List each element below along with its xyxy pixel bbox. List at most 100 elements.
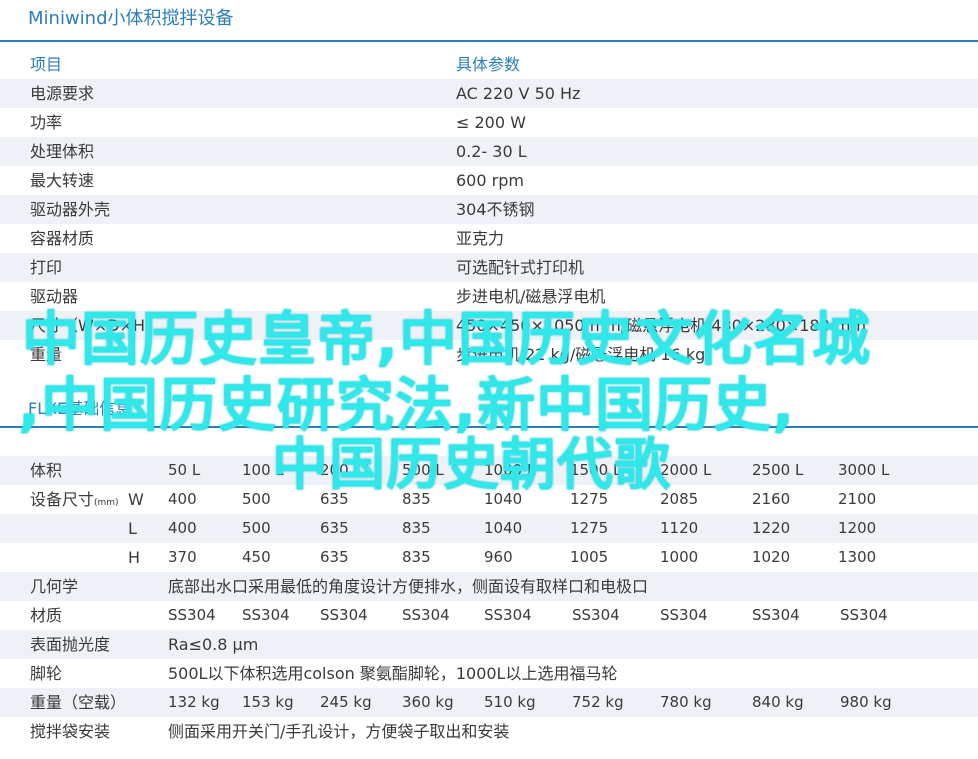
row-item: 容器材质 bbox=[30, 229, 95, 248]
cell: 635 bbox=[320, 548, 349, 566]
row-value: 0.2- 30 L bbox=[456, 142, 527, 161]
volume-row: 体积 50 L 100 L 200 L 500 L 1000 L 1500 L … bbox=[0, 456, 978, 485]
cell: 1275 bbox=[570, 490, 609, 508]
cell: 635 bbox=[320, 519, 349, 537]
row-item: 驱动器 bbox=[30, 287, 79, 306]
cell: 450 bbox=[242, 548, 271, 566]
cell: 960 bbox=[484, 548, 513, 566]
cell: 245 kg bbox=[320, 693, 372, 711]
cell: SS304 bbox=[840, 606, 888, 624]
cell: 153 kg bbox=[242, 693, 294, 711]
row-value: 步进电机 22 kg/磁悬浮电机 16 kg bbox=[456, 345, 706, 364]
spec-table: 项目 具体参数 电源要求 AC 220 V 50 Hz 功率 ≤ 200 W 处理体… bbox=[0, 50, 978, 369]
table-row: 重量 步进电机 22 kg/磁悬浮电机 16 kg bbox=[0, 340, 978, 369]
cell: 1000 L bbox=[484, 461, 536, 479]
cell: 500 bbox=[242, 519, 271, 537]
cell: 1040 bbox=[484, 490, 523, 508]
section-divider bbox=[0, 426, 978, 428]
cell: 360 kg bbox=[402, 693, 454, 711]
cell: 1005 bbox=[570, 548, 609, 566]
page-title: Miniwind小体积搅拌设备 bbox=[28, 8, 234, 29]
row-value: 可选配针式打印机 bbox=[456, 258, 585, 277]
cell: 1120 bbox=[660, 519, 699, 537]
dim-sub: L bbox=[128, 519, 137, 538]
cell: 1020 bbox=[752, 548, 791, 566]
row-item: 处理体积 bbox=[30, 142, 95, 161]
cell: 50 L bbox=[168, 461, 201, 479]
cell: 132 kg bbox=[168, 693, 220, 711]
table-row: 电源要求 AC 220 V 50 Hz bbox=[0, 79, 978, 108]
row-value: Ra≤0.8 μm bbox=[168, 635, 259, 654]
row-value: 450×450×1050 mm/磁悬浮电机 430×280×180 mm bbox=[456, 316, 867, 335]
flx-table: 体积 50 L 100 L 200 L 500 L 1000 L 1500 L … bbox=[0, 456, 978, 746]
row-value: 500L以下体积选用colson 聚氨酯脚轮，1000L以上选用福马轮 bbox=[168, 664, 618, 683]
overlay-line-2: ,中国历史研究法,新中国历史, bbox=[18, 371, 796, 439]
cell: 1275 bbox=[570, 519, 609, 537]
cell: 510 kg bbox=[484, 693, 536, 711]
cell: SS304 bbox=[484, 606, 532, 624]
row-value: 底部出水口采用最低的角度设计方便排水，侧面设有取样口和电极口 bbox=[168, 577, 649, 596]
cell: 1500 L bbox=[570, 461, 622, 479]
row-label: 材质 bbox=[30, 606, 63, 625]
cell: SS304 bbox=[752, 606, 800, 624]
dim-sub: H bbox=[128, 548, 141, 567]
row-item: 功率 bbox=[30, 113, 63, 132]
cell: 2500 L bbox=[752, 461, 804, 479]
cell: 2085 bbox=[660, 490, 699, 508]
material-row: 材质 SS304 SS304 SS304 SS304 SS304 SS304 S… bbox=[0, 601, 978, 630]
row-value: 侧面采用开关门/手孔设计，方便袋子取出和安装 bbox=[168, 722, 510, 741]
cell: 835 bbox=[402, 548, 431, 566]
table-row: 打印 可选配针式打印机 bbox=[0, 253, 978, 282]
table-row: 最大转速 600 rpm bbox=[0, 166, 978, 195]
cell: 370 bbox=[168, 548, 197, 566]
cell: 835 bbox=[402, 519, 431, 537]
header-item: 项目 bbox=[30, 55, 63, 74]
row-value: 304不锈钢 bbox=[456, 200, 535, 219]
table-row: 处理体积 0.2- 30 L bbox=[0, 137, 978, 166]
bag-row: 搅拌袋安装 侧面采用开关门/手孔设计，方便袋子取出和安装 bbox=[0, 717, 978, 746]
row-label: 表面抛光度 bbox=[30, 635, 111, 654]
dims-w-row: 设备尺寸(mm) W 400 500 635 835 1040 1275 208… bbox=[0, 485, 978, 514]
cell: 500 bbox=[242, 490, 271, 508]
row-item: 最大转速 bbox=[30, 171, 95, 190]
cell: 835 bbox=[402, 490, 431, 508]
cell: 200 L bbox=[320, 461, 362, 479]
row-item: 尺寸（W×D×H） bbox=[30, 316, 161, 335]
dims-h-row: H 370 450 635 835 960 1005 1000 1020 130… bbox=[0, 543, 978, 572]
row-value: 600 rpm bbox=[456, 171, 524, 190]
row-label: 几何学 bbox=[30, 577, 79, 596]
cell: 400 bbox=[168, 490, 197, 508]
cell: 1300 bbox=[838, 548, 877, 566]
cell: 752 kg bbox=[572, 693, 624, 711]
row-value: AC 220 V 50 Hz bbox=[456, 84, 581, 103]
cell: 100 L bbox=[242, 461, 284, 479]
row-label: 搅拌袋安装 bbox=[30, 722, 111, 741]
cell: 2160 bbox=[752, 490, 791, 508]
cell: 1200 bbox=[838, 519, 877, 537]
cell: SS304 bbox=[168, 606, 216, 624]
spec-table-header: 项目 具体参数 bbox=[0, 50, 978, 79]
table-row: 驱动器外壳 304不锈钢 bbox=[0, 195, 978, 224]
polish-row: 表面抛光度 Ra≤0.8 μm bbox=[0, 630, 978, 659]
section-title: FLXE基础信息 bbox=[28, 399, 132, 418]
weight-row: 重量（空载） 132 kg 153 kg 245 kg 360 kg 510 k… bbox=[0, 688, 978, 717]
cell: 2100 bbox=[838, 490, 877, 508]
table-row: 尺寸（W×D×H） 450×450×1050 mm/磁悬浮电机 430×280×1… bbox=[0, 311, 978, 340]
cell: 400 bbox=[168, 519, 197, 537]
row-label: 脚轮 bbox=[30, 664, 63, 683]
dims-l-row: L 400 500 635 835 1040 1275 1120 1220 12… bbox=[0, 514, 978, 543]
cell: SS304 bbox=[402, 606, 450, 624]
header-value: 具体参数 bbox=[456, 55, 521, 74]
geometry-row: 几何学 底部出水口采用最低的角度设计方便排水，侧面设有取样口和电极口 bbox=[0, 572, 978, 601]
cell: 635 bbox=[320, 490, 349, 508]
cell: 3000 L bbox=[838, 461, 890, 479]
cell: 500 L bbox=[402, 461, 444, 479]
cell: 1040 bbox=[484, 519, 523, 537]
row-value: 步进电机/磁悬浮电机 bbox=[456, 287, 606, 306]
row-item: 驱动器外壳 bbox=[30, 200, 111, 219]
cell: SS304 bbox=[242, 606, 290, 624]
cell: 840 kg bbox=[752, 693, 804, 711]
dims-label: 设备尺寸 bbox=[30, 490, 95, 509]
dims-unit: (mm) bbox=[94, 498, 119, 508]
cell: 1000 bbox=[660, 548, 699, 566]
